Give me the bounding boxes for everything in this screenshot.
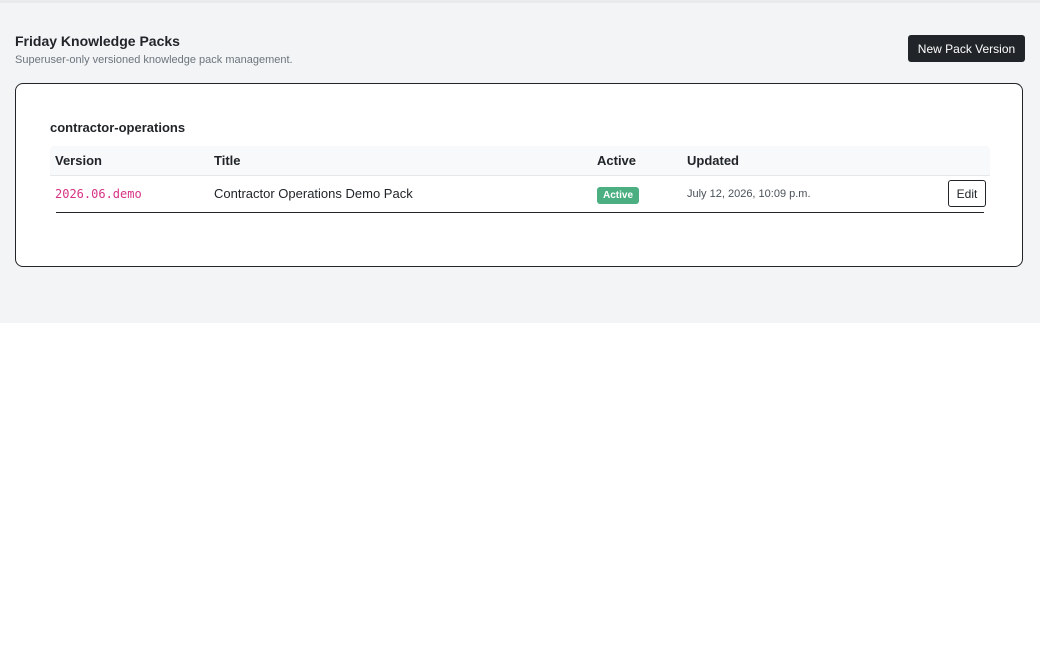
column-header-title: Title [214,153,241,168]
column-header-version: Version [55,153,102,168]
pack-name: contractor-operations [50,120,186,135]
table-header: Version Title Active Updated [50,146,990,176]
pack-versions-table: Version Title Active Updated 2026.06.dem… [50,146,990,213]
page-subtitle: Superuser-only versioned knowledge pack … [15,54,293,66]
edit-button[interactable]: Edit [948,180,986,207]
table-row: 2026.06.demo Contractor Operations Demo … [55,176,986,213]
updated-timestamp: July 12, 2026, 10:09 p.m. [687,188,811,200]
status-badge: Active [597,187,640,204]
column-header-active: Active [597,153,637,168]
new-pack-version-button[interactable]: New Pack Version [908,35,1025,62]
pack-title: Contractor Operations Demo Pack [214,186,413,201]
page-title: Friday Knowledge Packs [15,33,180,49]
version-code: 2026.06.demo [55,187,142,201]
page-container: Friday Knowledge Packs Superuser-only ve… [0,3,1040,323]
pack-card: contractor-operations Version Title Acti… [15,83,1023,267]
column-header-updated: Updated [687,153,739,168]
